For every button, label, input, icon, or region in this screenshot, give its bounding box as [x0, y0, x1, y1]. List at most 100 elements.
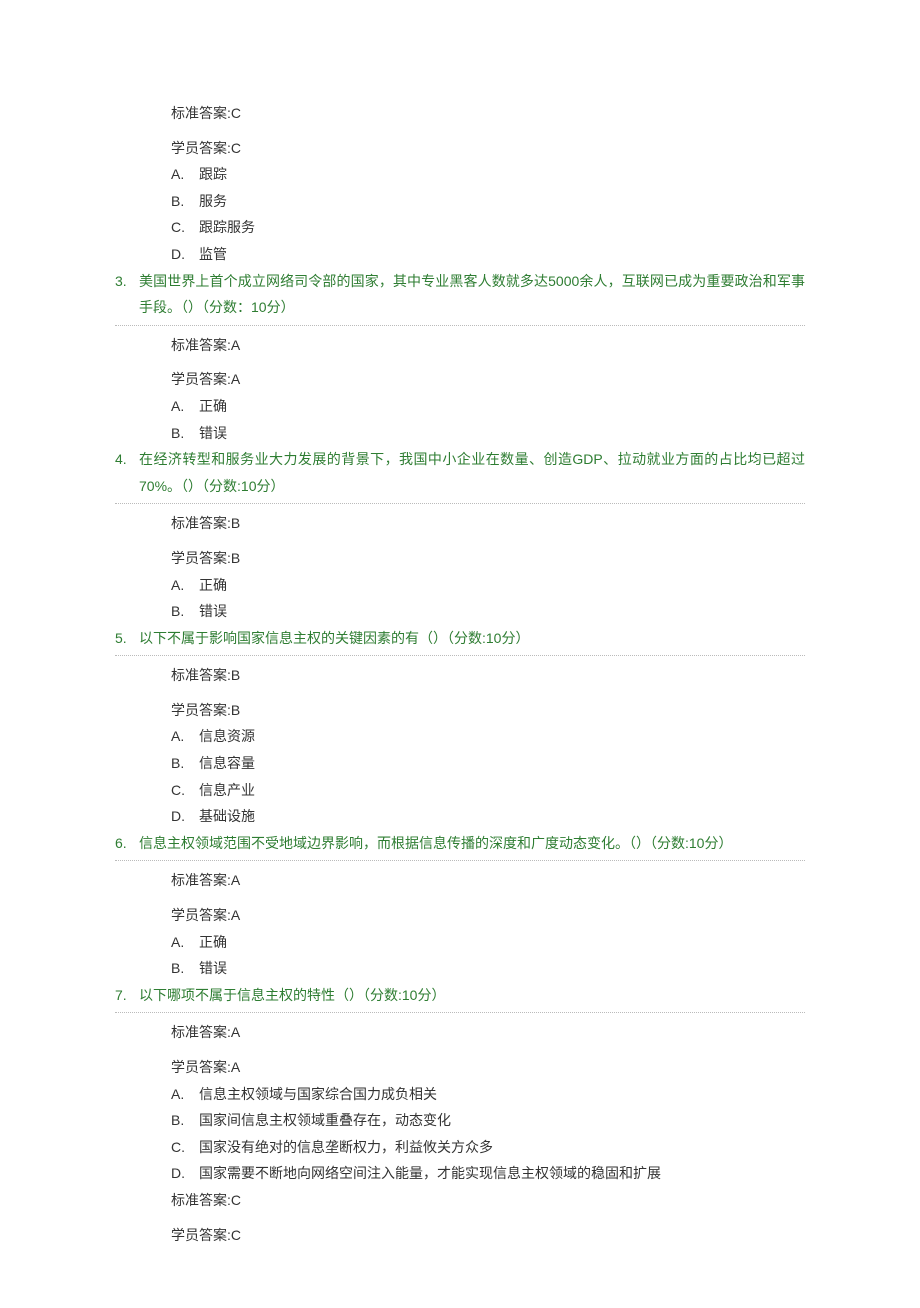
option-item: B.服务 [171, 188, 805, 215]
option-text: 信息主权领域与国家综合国力成负相关 [199, 1081, 437, 1108]
standard-answer-value: A [231, 872, 240, 888]
standard-answer-value: A [231, 1024, 240, 1040]
standard-answer-line: 标准答案:B [171, 662, 805, 689]
option-item: B.错误 [171, 955, 805, 982]
standard-answer-line: 标准答案:C [171, 1187, 805, 1214]
option-marker: C. [171, 214, 199, 241]
option-list: A.信息主权领域与国家综合国力成负相关B.国家间信息主权领域重叠存在，动态变化C… [115, 1081, 805, 1187]
standard-answer-label: 标准答案: [171, 515, 231, 531]
option-item: C.信息产业 [171, 777, 805, 804]
student-answer-value: A [231, 907, 240, 923]
student-answer-line: 学员答案:C [171, 1222, 805, 1249]
option-text: 国家需要不断地向网络空间注入能量，才能实现信息主权领域的稳固和扩展 [199, 1160, 661, 1187]
standard-answer-value: C [231, 1192, 241, 1208]
standard-answer-value: A [231, 337, 240, 353]
question-score: （分数:10分） [447, 630, 529, 646]
option-marker: C. [171, 777, 199, 804]
question-line: 3.美国世界上首个成立网络司令部的国家，其中专业黑客人数就多达5000余人，互联… [115, 268, 805, 321]
question-score: （分数:10分） [650, 835, 732, 851]
option-text: 跟踪服务 [199, 214, 255, 241]
option-item: A.跟踪 [171, 161, 805, 188]
question-text: 在经济转型和服务业大力发展的背景下，我国中小企业在数量、创造GDP、拉动就业方面… [139, 446, 805, 499]
divider [115, 503, 805, 504]
student-answer-line: 学员答案:C [171, 135, 805, 162]
answer-block: 标准答案:B学员答案:B [115, 510, 805, 571]
option-item: A.信息资源 [171, 723, 805, 750]
student-answer-value: B [231, 550, 240, 566]
question-body: 以下哪项不属于信息主权的特性（） [139, 987, 363, 1003]
question-number: 5. [115, 625, 139, 652]
option-text: 国家没有绝对的信息垄断权力，利益攸关方众多 [199, 1134, 493, 1161]
question-number: 3. [115, 268, 139, 295]
option-text: 错误 [199, 955, 227, 982]
option-marker: B. [171, 188, 199, 215]
option-text: 信息资源 [199, 723, 255, 750]
student-answer-value: C [231, 1227, 241, 1243]
question-text: 以下哪项不属于信息主权的特性（）（分数:10分） [139, 982, 805, 1009]
option-marker: A. [171, 1081, 199, 1108]
option-marker: B. [171, 598, 199, 625]
option-item: C.国家没有绝对的信息垄断权力，利益攸关方众多 [171, 1134, 805, 1161]
option-text: 基础设施 [199, 803, 255, 830]
student-answer-label: 学员答案: [171, 1059, 231, 1075]
option-marker: A. [171, 393, 199, 420]
question-score: （分数:10分） [363, 987, 445, 1003]
option-text: 跟踪 [199, 161, 227, 188]
standard-answer-label: 标准答案: [171, 872, 231, 888]
option-list: A.跟踪B.服务C.跟踪服务D.监管 [115, 161, 805, 267]
question-text: 美国世界上首个成立网络司令部的国家，其中专业黑客人数就多达5000余人，互联网已… [139, 268, 805, 321]
standard-answer-line: 标准答案:A [171, 332, 805, 359]
standard-answer-line: 标准答案:B [171, 510, 805, 537]
option-text: 错误 [199, 420, 227, 447]
option-text: 监管 [199, 241, 227, 268]
standard-answer-line: 标准答案:C [171, 100, 805, 127]
option-list: A.正确B.错误 [115, 393, 805, 446]
question-score: （分数:10分） [202, 478, 284, 494]
question-line: 4.在经济转型和服务业大力发展的背景下，我国中小企业在数量、创造GDP、拉动就业… [115, 446, 805, 499]
student-answer-label: 学员答案: [171, 140, 231, 156]
divider [115, 325, 805, 326]
option-list: A.信息资源B.信息容量C.信息产业D.基础设施 [115, 723, 805, 829]
answer-block: 标准答案:A 学员答案:A [115, 1019, 805, 1080]
standard-answer-value: C [231, 105, 241, 121]
option-item: A.正确 [171, 393, 805, 420]
option-text: 国家间信息主权领域重叠存在，动态变化 [199, 1107, 451, 1134]
answer-block: 标准答案:A学员答案:A [115, 332, 805, 393]
option-marker: B. [171, 420, 199, 447]
option-text: 服务 [199, 188, 227, 215]
option-marker: A. [171, 723, 199, 750]
option-item: B.国家间信息主权领域重叠存在，动态变化 [171, 1107, 805, 1134]
question-body: 以下不属于影响国家信息主权的关键因素的有（） [139, 630, 447, 646]
option-item: D.监管 [171, 241, 805, 268]
standard-answer-label: 标准答案: [171, 1192, 231, 1208]
student-answer-line: 学员答案:A [171, 1054, 805, 1081]
option-marker: C. [171, 1134, 199, 1161]
option-item: A.正确 [171, 572, 805, 599]
student-answer-line: 学员答案:B [171, 697, 805, 724]
option-item: A.信息主权领域与国家综合国力成负相关 [171, 1081, 805, 1108]
standard-answer-label: 标准答案: [171, 105, 231, 121]
student-answer-line: 学员答案:A [171, 366, 805, 393]
question-number: 4. [115, 446, 139, 473]
option-marker: B. [171, 750, 199, 777]
option-item: A.正确 [171, 929, 805, 956]
option-text: 错误 [199, 598, 227, 625]
option-marker: B. [171, 955, 199, 982]
question-number: 7. [115, 982, 139, 1009]
option-item: B.错误 [171, 598, 805, 625]
option-item: B.错误 [171, 420, 805, 447]
question-number: 6. [115, 830, 139, 857]
option-marker: A. [171, 161, 199, 188]
option-text: 正确 [199, 929, 227, 956]
standard-answer-label: 标准答案: [171, 337, 231, 353]
student-answer-value: A [231, 371, 240, 387]
student-answer-label: 学员答案: [171, 907, 231, 923]
option-list: A.正确B.错误 [115, 929, 805, 982]
student-answer-label: 学员答案: [171, 1227, 231, 1243]
option-list: A.正确B.错误 [115, 572, 805, 625]
question-line: 5.以下不属于影响国家信息主权的关键因素的有（）（分数:10分） [115, 625, 805, 652]
option-marker: D. [171, 1160, 199, 1187]
standard-answer-label: 标准答案: [171, 1024, 231, 1040]
option-marker: A. [171, 572, 199, 599]
student-answer-value: B [231, 702, 240, 718]
